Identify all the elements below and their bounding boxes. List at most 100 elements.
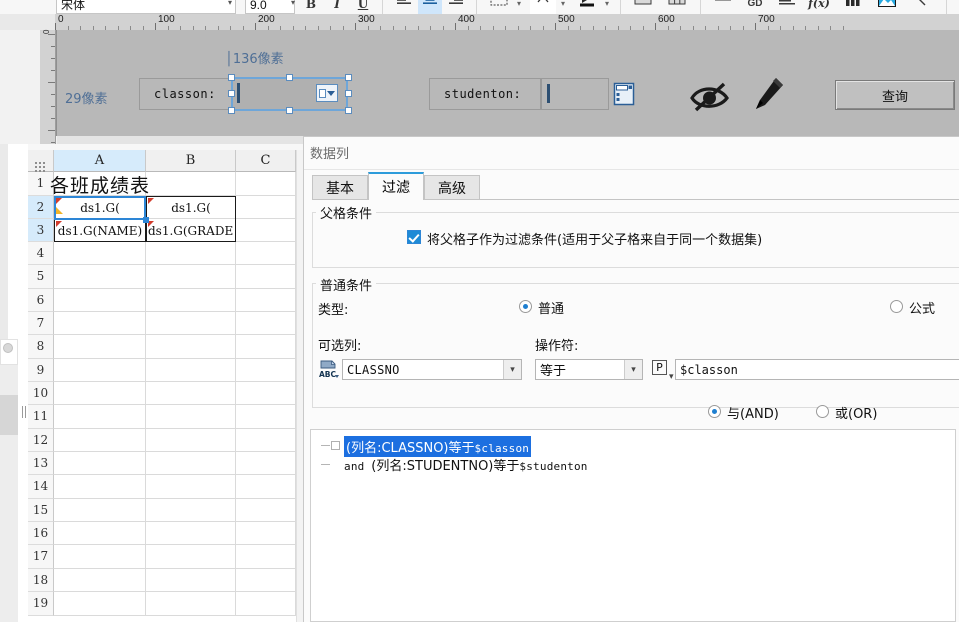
column-header-a[interactable]: A <box>54 150 146 172</box>
design-surface[interactable]: │136像素 29像素 classon: studenton: 查询 <box>56 30 959 144</box>
font-name-combo[interactable]: 宋体 <box>56 0 236 14</box>
row-header-6[interactable]: 6 <box>28 289 54 312</box>
cell-c2[interactable] <box>236 196 296 219</box>
condition-row-2[interactable]: and (列名:STUDENTNO)等于$studenton <box>344 455 588 474</box>
value-input[interactable]: $classon <box>675 359 959 380</box>
tab-filter[interactable]: 过滤 <box>368 172 424 200</box>
resize-handle-sw[interactable] <box>228 107 235 114</box>
borders-chevron-down-icon[interactable]: ▾ <box>514 0 524 14</box>
cell-c1[interactable] <box>236 172 296 196</box>
cell-a18[interactable] <box>54 569 146 592</box>
cell-b7[interactable] <box>146 312 236 335</box>
align-right-icon[interactable] <box>444 0 468 14</box>
resize-handle-e[interactable] <box>345 90 352 97</box>
align-left-icon[interactable] <box>392 0 416 14</box>
row-header-16[interactable]: 16 <box>28 522 54 545</box>
cell-b12[interactable] <box>146 429 236 452</box>
operator-select-chevron-down-icon[interactable]: ▾ <box>624 360 642 379</box>
cell-b5[interactable] <box>146 265 236 289</box>
cell-b1[interactable] <box>146 172 236 196</box>
parameter-chevron-down-icon[interactable]: ▾ <box>669 371 674 382</box>
cell-b14[interactable] <box>146 475 236 499</box>
top-toolbar[interactable]: 宋体 ▾ 9.0 ▾ B I U ▾ ▾ ▾ GD f(x) <box>0 0 959 15</box>
resize-handle-w[interactable] <box>228 90 235 97</box>
cell-a13[interactable] <box>54 452 146 475</box>
cell-b13[interactable] <box>146 452 236 475</box>
cell-c13[interactable] <box>236 452 296 475</box>
eye-slash-icon[interactable] <box>687 74 733 117</box>
row-header-19[interactable]: 19 <box>28 592 54 616</box>
cell-c7[interactable] <box>236 312 296 335</box>
cell-a5[interactable] <box>54 265 146 289</box>
logic-radio-and[interactable] <box>708 405 721 418</box>
cell-a8[interactable] <box>54 335 146 359</box>
italic-icon[interactable]: I <box>326 0 348 14</box>
cell-c15[interactable] <box>236 499 296 522</box>
cell-b6[interactable] <box>146 289 236 312</box>
diagonal-line-icon[interactable] <box>908 0 932 14</box>
studentno-label-cell[interactable]: studenton: <box>429 78 541 110</box>
split-cells-icon[interactable] <box>664 0 690 14</box>
studentno-dataset-button[interactable] <box>613 82 635 109</box>
resize-handle-nw[interactable] <box>228 74 235 81</box>
row-height-icon[interactable] <box>710 0 736 14</box>
row-header-15[interactable]: 15 <box>28 499 54 522</box>
row-header-3[interactable]: 3 <box>28 219 54 242</box>
cell-c6[interactable] <box>236 289 296 312</box>
resize-handle-se[interactable] <box>345 107 352 114</box>
cell-b4[interactable] <box>146 242 236 265</box>
cell-a7[interactable] <box>54 312 146 335</box>
query-button[interactable]: 查询 <box>835 80 955 110</box>
cell-b11[interactable] <box>146 405 236 429</box>
cell-a11[interactable] <box>54 405 146 429</box>
cell-c10[interactable] <box>236 382 296 405</box>
sheet-vertical-scrollbar[interactable] <box>296 150 303 622</box>
fill-color-chevron-down-icon[interactable]: ▾ <box>602 0 612 14</box>
cell-c17[interactable] <box>236 545 296 569</box>
cell-c19[interactable] <box>236 592 296 616</box>
cell-a10[interactable] <box>54 382 146 405</box>
row-header-9[interactable]: 9 <box>28 359 54 382</box>
tab-basic[interactable]: 基本 <box>312 175 368 199</box>
resize-handle-n[interactable] <box>286 74 293 81</box>
row-header-7[interactable]: 7 <box>28 312 54 335</box>
cell-a12[interactable] <box>54 429 146 452</box>
cell-a6[interactable] <box>54 289 146 312</box>
type-radio-formula[interactable] <box>890 300 903 313</box>
tab-advanced[interactable]: 高级 <box>424 175 480 199</box>
cell-c18[interactable] <box>236 569 296 592</box>
column-select-chevron-down-icon[interactable]: ▾ <box>503 360 521 379</box>
cell-b18[interactable] <box>146 569 236 592</box>
cell-c4[interactable] <box>236 242 296 265</box>
cell-a9[interactable] <box>54 359 146 382</box>
form-design-canvas[interactable]: 0 100 200 300 400 500 600 700 0 │136像素 29像素 cla… <box>0 14 959 144</box>
cell-c3[interactable] <box>236 219 296 242</box>
cell-b10[interactable] <box>146 382 236 405</box>
cell-b17[interactable] <box>146 545 236 569</box>
cell-c5[interactable] <box>236 265 296 289</box>
fill-color-icon[interactable] <box>574 0 600 14</box>
underline-icon[interactable]: U <box>352 0 374 14</box>
bold-icon[interactable]: B <box>300 0 322 14</box>
font-size-chevron-down-icon[interactable]: ▾ <box>288 0 298 8</box>
condition-group-toggle[interactable] <box>331 441 340 450</box>
row-header-17[interactable]: 17 <box>28 545 54 569</box>
row-header-4[interactable]: 4 <box>28 242 54 265</box>
cell-a16[interactable] <box>54 522 146 545</box>
merge-cells-icon[interactable] <box>630 0 656 14</box>
cell-c11[interactable] <box>236 405 296 429</box>
border-color-icon[interactable] <box>530 0 556 14</box>
resize-handle-ne[interactable] <box>345 74 352 81</box>
condition-list[interactable]: (列名:CLASSNO)等于$classon and (列名:STUDENTNO… <box>310 429 956 622</box>
image-icon[interactable] <box>874 0 900 14</box>
row-header-12[interactable]: 12 <box>28 429 54 452</box>
parent-condition-checkbox[interactable] <box>407 230 421 244</box>
hyperlink-icon[interactable]: GD <box>742 0 768 14</box>
text-wrap-icon[interactable] <box>774 0 800 14</box>
cell-b19[interactable] <box>146 592 236 616</box>
align-center-icon[interactable] <box>418 0 442 14</box>
border-color-chevron-down-icon[interactable]: ▾ <box>558 0 568 14</box>
cell-c16[interactable] <box>236 522 296 545</box>
cell-b15[interactable] <box>146 499 236 522</box>
cell-b9[interactable] <box>146 359 236 382</box>
